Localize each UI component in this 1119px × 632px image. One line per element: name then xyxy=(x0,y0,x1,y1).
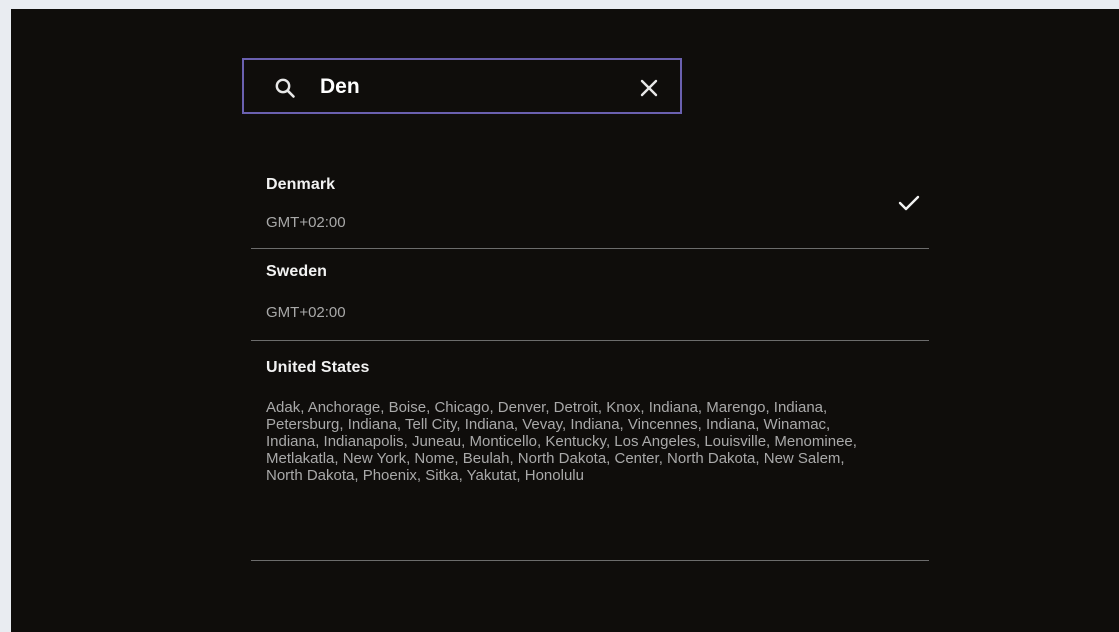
timezone-text: GMT+02:00 xyxy=(266,214,346,231)
timezone-screen: Denmark GMT+02:00 Sweden GMT+02:00 Unite… xyxy=(11,9,1119,632)
country-name: Sweden xyxy=(266,263,328,280)
timezone-text: Adak, Anchorage, Boise, Chicago, Denver,… xyxy=(266,399,857,484)
results-list: Denmark GMT+02:00 Sweden GMT+02:00 Unite… xyxy=(251,162,929,561)
country-name: Denmark xyxy=(266,176,336,193)
country-name: United States xyxy=(266,359,370,376)
checkmark-icon xyxy=(897,193,921,213)
search-input[interactable] xyxy=(320,68,620,106)
search-icon xyxy=(274,77,296,99)
result-item-denmark[interactable]: Denmark GMT+02:00 xyxy=(251,162,929,249)
result-item-sweden[interactable]: Sweden GMT+02:00 xyxy=(251,249,929,341)
search-box[interactable] xyxy=(242,58,682,114)
result-item-united-states[interactable]: United States Adak, Anchorage, Boise, Ch… xyxy=(251,341,929,561)
timezone-text: GMT+02:00 xyxy=(266,304,346,321)
close-icon[interactable] xyxy=(638,77,660,99)
